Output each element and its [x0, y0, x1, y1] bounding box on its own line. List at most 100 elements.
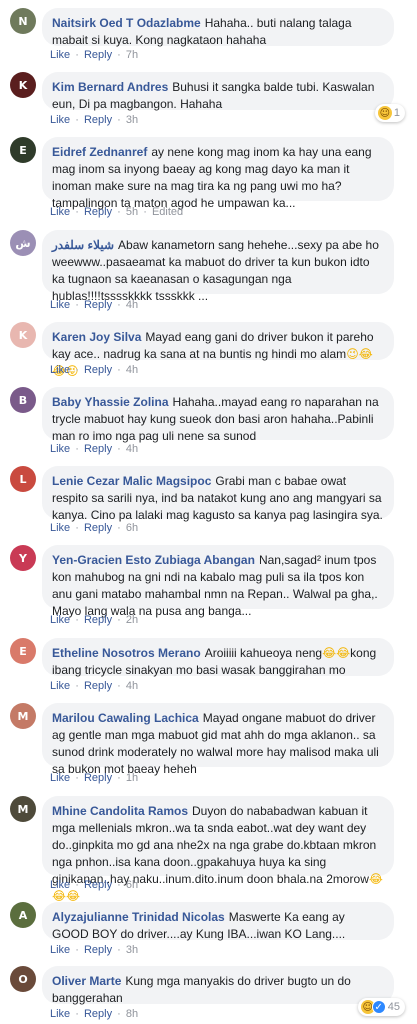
timestamp-link[interactable]: 1h	[126, 772, 138, 784]
reaction-count: 1	[393, 107, 400, 119]
comment-author-link[interactable]: شيلاء سلفدر	[52, 238, 114, 252]
reply-link[interactable]: Reply	[84, 879, 112, 891]
separator: ·	[75, 443, 79, 455]
avatar-initial: M	[17, 709, 29, 723]
avatar[interactable]: O	[10, 966, 36, 992]
like-link[interactable]: Like	[50, 443, 70, 455]
timestamp-link[interactable]: 4h	[126, 364, 138, 376]
comment-actions: Like · Reply · 6h	[50, 879, 138, 891]
like-link[interactable]: Like	[50, 299, 70, 311]
reply-link[interactable]: Reply	[84, 772, 112, 784]
comment-bubble: Etheline Nosotros Merano Aroiiiii kahueoy…	[42, 638, 394, 677]
avatar[interactable]: ش	[10, 230, 36, 256]
timestamp-link[interactable]: 5h	[126, 206, 138, 218]
comment-bubble: شيلاء سلفدر Abaw kanametorn sang hehehe..…	[42, 230, 394, 303]
reply-link[interactable]: Reply	[84, 680, 112, 692]
like-link[interactable]: Like	[50, 522, 70, 534]
like-link[interactable]: Like	[50, 680, 70, 692]
like-link[interactable]: Like	[50, 49, 70, 61]
like-link[interactable]: Like	[50, 614, 70, 626]
timestamp-link[interactable]: 8h	[126, 1008, 138, 1020]
separator: ·	[117, 614, 121, 626]
avatar[interactable]: M	[10, 703, 36, 729]
timestamp-link[interactable]: 4h	[126, 443, 138, 455]
avatar[interactable]: N	[10, 8, 36, 34]
comment-bubble: Oliver Marte Kung mga manyakis do driver …	[42, 966, 394, 1005]
reactions-badge[interactable]: ☺ 1	[374, 104, 405, 122]
separator: ·	[117, 680, 121, 692]
comment-author-link[interactable]: Alyzajulianne Trinidad Nicolas	[52, 910, 225, 924]
comment-author-link[interactable]: Marilou Cawaling Lachica	[52, 711, 199, 725]
timestamp-link[interactable]: 3h	[126, 944, 138, 956]
comment-author-link[interactable]: Karen Joy Silva	[52, 330, 141, 344]
timestamp-link[interactable]: 4h	[126, 299, 138, 311]
avatar[interactable]: M	[10, 796, 36, 822]
comment-actions: Like · Reply · 4h	[50, 299, 138, 311]
reply-link[interactable]: Reply	[84, 944, 112, 956]
timestamp-link[interactable]: 6h	[126, 879, 138, 891]
reply-link[interactable]: Reply	[84, 1008, 112, 1020]
avatar[interactable]: E	[10, 638, 36, 664]
avatar[interactable]: B	[10, 387, 36, 413]
separator: ·	[117, 299, 121, 311]
avatar[interactable]: K	[10, 322, 36, 348]
avatar-initial: B	[18, 393, 28, 407]
reactions-badge[interactable]: ☺ ✓ 45	[357, 998, 405, 1016]
avatar-initial: K	[18, 328, 28, 342]
comment-actions: Like · Reply · 3h	[50, 114, 138, 126]
avatar-initial: E	[19, 644, 27, 658]
comment-author-link[interactable]: Naitsirk Oed T Odazlabme	[52, 16, 201, 30]
comment-actions: Like · Reply · 2h	[50, 614, 138, 626]
reply-link[interactable]: Reply	[84, 114, 112, 126]
comment-bubble: Yen-Gracien Esto Zubiaga Abangan Nan,saga…	[42, 545, 394, 618]
reply-link[interactable]: Reply	[84, 522, 112, 534]
timestamp-link[interactable]: 7h	[126, 49, 138, 61]
like-link[interactable]: Like	[50, 772, 70, 784]
reply-link[interactable]: Reply	[84, 299, 112, 311]
comment-actions: Like · Reply · 7h	[50, 49, 138, 61]
like-link[interactable]: Like	[50, 364, 70, 376]
separator: ·	[117, 206, 121, 218]
avatar[interactable]: A	[10, 902, 36, 928]
comment-thread: N Naitsirk Oed T Odazlabme Hahaha.. buti n…	[0, 0, 417, 1024]
comment-bubble: Naitsirk Oed T Odazlabme Hahaha.. buti na…	[42, 8, 394, 47]
avatar[interactable]: Y	[10, 545, 36, 571]
comment-actions: Like · Reply · 1h	[50, 772, 138, 784]
timestamp-link[interactable]: 2h	[126, 614, 138, 626]
comment-author-link[interactable]: Yen-Gracien Esto Zubiaga Abangan	[52, 553, 255, 567]
like-link[interactable]: Like	[50, 879, 70, 891]
comment-author-link[interactable]: Lenie Cezar Malic Magsipoc	[52, 474, 211, 488]
avatar-initial: E	[19, 143, 27, 157]
like-link[interactable]: Like	[50, 114, 70, 126]
avatar[interactable]: K	[10, 72, 36, 98]
avatar[interactable]: L	[10, 466, 36, 492]
comment-author-link[interactable]: Etheline Nosotros Merano	[52, 646, 201, 660]
comment-author-link[interactable]: Baby Yhassie Zolina	[52, 395, 169, 409]
separator: ·	[117, 1008, 121, 1020]
comment-bubble: Karen Joy Silva Mayad eang gani do driver…	[42, 322, 394, 378]
timestamp-link[interactable]: 4h	[126, 680, 138, 692]
separator: ·	[143, 206, 147, 218]
timestamp-link[interactable]: 6h	[126, 522, 138, 534]
avatar-initial: Y	[19, 551, 27, 565]
comment-author-link[interactable]: Kim Bernard Andres	[52, 80, 168, 94]
edited-label[interactable]: Edited	[152, 206, 183, 218]
reply-link[interactable]: Reply	[84, 443, 112, 455]
reply-link[interactable]: Reply	[84, 49, 112, 61]
like-link[interactable]: Like	[50, 944, 70, 956]
comment-bubble: Kim Bernard Andres Buhusi it sangka balde…	[42, 72, 394, 111]
comment-author-link[interactable]: Mhine Candolita Ramos	[52, 804, 188, 818]
reply-link[interactable]: Reply	[84, 206, 112, 218]
timestamp-link[interactable]: 3h	[126, 114, 138, 126]
comment-author-link[interactable]: Eidref Zednanref	[52, 145, 147, 159]
separator: ·	[75, 1008, 79, 1020]
separator: ·	[75, 614, 79, 626]
like-link[interactable]: Like	[50, 206, 70, 218]
like-link[interactable]: Like	[50, 1008, 70, 1020]
reply-link[interactable]: Reply	[84, 614, 112, 626]
comment-actions: Like · Reply · 4h	[50, 680, 138, 692]
comment-author-link[interactable]: Oliver Marte	[52, 974, 121, 988]
separator: ·	[75, 206, 79, 218]
reply-link[interactable]: Reply	[84, 364, 112, 376]
avatar[interactable]: E	[10, 137, 36, 163]
